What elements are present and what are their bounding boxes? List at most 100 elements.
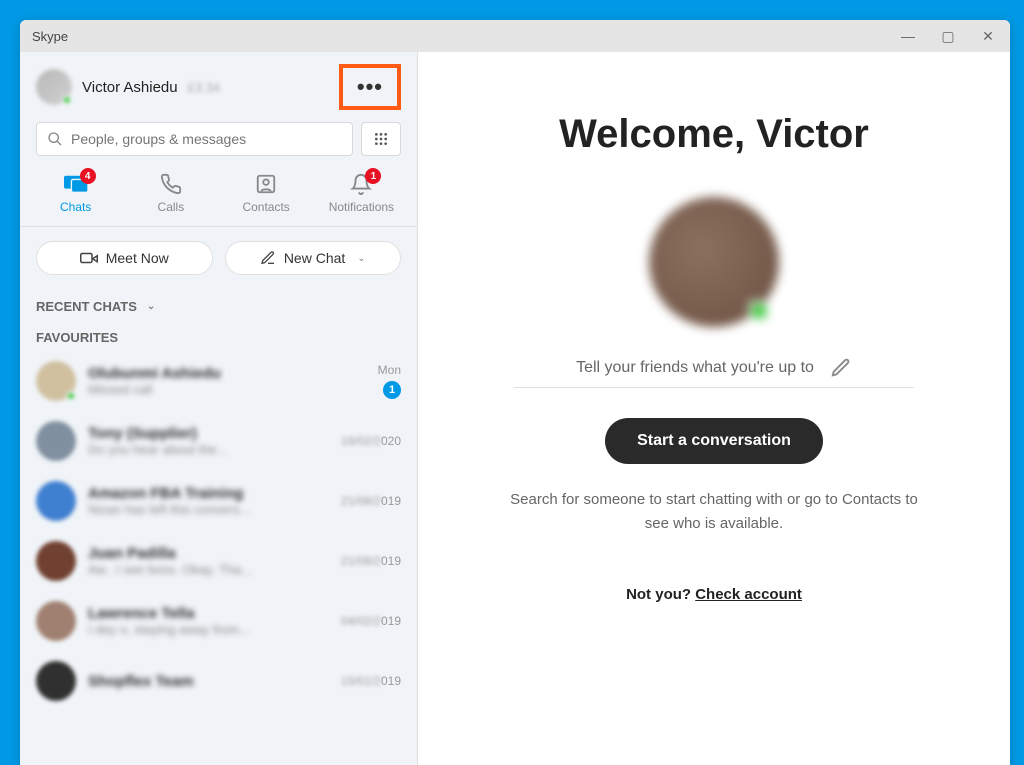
app-body: Victor Ashiedu £3.34 ••• [20, 52, 1010, 765]
chat-name-blur: Juan Padilla [88, 545, 329, 562]
main-panel: Welcome, Victor Tell your friends what y… [418, 52, 1010, 765]
search-input[interactable] [71, 131, 342, 147]
chat-list: Olubunmi Ashiedu Missed call Mon 1 Tony … [20, 351, 417, 765]
profile-row: Victor Ashiedu £3.34 ••• [20, 52, 417, 122]
tab-chats-label: Chats [60, 200, 91, 214]
maximize-button[interactable]: ▢ [938, 28, 958, 45]
window-controls: — ▢ ✕ [898, 28, 998, 45]
recent-chats-header[interactable]: RECENT CHATS ⌄ [20, 289, 417, 320]
meet-now-label: Meet Now [106, 250, 169, 266]
presence-indicator-large [749, 301, 769, 321]
avatar [36, 69, 72, 105]
more-icon: ••• [357, 74, 383, 100]
chat-info: Tony (Supplier) Do you hear about the... [88, 425, 329, 457]
chat-item[interactable]: Shopflex Team 15/01/2019 [20, 651, 417, 711]
chat-timestamp: 04/02/2019 [341, 614, 401, 628]
meet-now-button[interactable]: Meet Now [36, 241, 213, 275]
check-account-link[interactable]: Check account [695, 586, 802, 603]
profile-name: Victor Ashiedu [82, 79, 178, 96]
profile-avatar-large[interactable] [649, 197, 779, 327]
chat-item[interactable]: Juan Padilla Aw.. I see boss. Okay. Tha.… [20, 531, 417, 591]
chat-avatar [36, 601, 76, 641]
camera-icon [80, 251, 98, 265]
chat-avatar [36, 541, 76, 581]
action-row: Meet Now New Chat ⌄ [20, 227, 417, 289]
chat-name-blur: Lawrence Tella [88, 605, 329, 622]
not-you-row: Not you? Check account [626, 586, 802, 603]
chat-meta: 15/01/2019 [341, 674, 401, 688]
skype-window: Skype — ▢ ✕ Victor Ashiedu £3.34 ••• [20, 20, 1010, 765]
search-row [20, 122, 417, 168]
favourites-header: FAVOURITES [20, 320, 417, 351]
minimize-button[interactable]: — [898, 28, 918, 44]
compose-icon [260, 250, 276, 266]
chat-preview-blur: Do you hear about the... [88, 442, 329, 457]
chat-timestamp: 21/08/2019 [341, 554, 401, 568]
chat-meta: Mon 1 [378, 363, 401, 399]
chat-preview-blur: Nizan has left this convers... [88, 502, 329, 517]
new-chat-label: New Chat [284, 250, 345, 266]
chat-item[interactable]: Lawrence Tella I dey o, staying away fro… [20, 591, 417, 651]
chat-info: Shopflex Team [88, 673, 329, 690]
chat-item[interactable]: Amazon FBA Training Nizan has left this … [20, 471, 417, 531]
tab-notifications-label: Notifications [329, 200, 394, 214]
chat-item[interactable]: Tony (Supplier) Do you hear about the...… [20, 411, 417, 471]
new-chat-button[interactable]: New Chat ⌄ [225, 241, 402, 275]
chat-name-blur: Olubunmi Ashiedu [88, 365, 366, 382]
dialpad-icon [373, 131, 389, 147]
phone-icon [160, 173, 182, 195]
chevron-down-icon: ⌄ [147, 301, 155, 312]
tab-contacts-label: Contacts [242, 200, 289, 214]
chat-info: Amazon FBA Training Nizan has left this … [88, 485, 329, 517]
search-icon [47, 131, 63, 147]
chat-avatar [36, 421, 76, 461]
chat-name-blur: Amazon FBA Training [88, 485, 329, 502]
chat-timestamp: Mon [378, 363, 401, 377]
mood-row[interactable]: Tell your friends what you're up to [514, 357, 914, 388]
chat-avatar [36, 661, 76, 701]
tab-contacts[interactable]: Contacts [231, 172, 301, 214]
chat-timestamp: 21/08/2019 [341, 494, 401, 508]
chat-timestamp: 16/02/2020 [341, 434, 401, 448]
presence-indicator [66, 391, 76, 401]
chat-preview-blur: I dey o, staying away from... [88, 622, 329, 637]
contact-icon [255, 173, 277, 195]
chat-timestamp: 15/01/2019 [341, 674, 401, 688]
window-title: Skype [32, 29, 68, 44]
chat-meta: 21/08/2019 [341, 494, 401, 508]
more-menu-button[interactable]: ••• [339, 64, 401, 110]
pencil-icon[interactable] [830, 357, 852, 379]
tab-calls-label: Calls [158, 200, 185, 214]
recent-chats-label: RECENT CHATS [36, 299, 137, 314]
presence-indicator [62, 95, 72, 105]
chat-info: Lawrence Tella I dey o, staying away fro… [88, 605, 329, 637]
chat-item[interactable]: Olubunmi Ashiedu Missed call Mon 1 [20, 351, 417, 411]
unread-badge: 1 [383, 381, 401, 399]
chat-preview-blur: Aw.. I see boss. Okay. Tha... [88, 562, 329, 577]
dialpad-button[interactable] [361, 122, 401, 156]
tab-calls[interactable]: Calls [136, 172, 206, 214]
tab-chats[interactable]: 4 Chats [41, 172, 111, 214]
chats-badge: 4 [80, 168, 96, 184]
profile-status-blur: £3.34 [188, 80, 221, 95]
not-you-prefix: Not you? [626, 586, 695, 603]
tab-notifications[interactable]: 1 Notifications [326, 172, 396, 214]
titlebar: Skype — ▢ ✕ [20, 20, 1010, 52]
close-button[interactable]: ✕ [978, 28, 998, 45]
hint-text: Search for someone to start chatting wit… [504, 488, 924, 536]
sidebar: Victor Ashiedu £3.34 ••• [20, 52, 418, 765]
mood-placeholder: Tell your friends what you're up to [576, 359, 814, 377]
search-box[interactable] [36, 122, 353, 156]
favourites-label: FAVOURITES [36, 330, 118, 345]
chat-avatar [36, 481, 76, 521]
chat-meta: 04/02/2019 [341, 614, 401, 628]
welcome-title: Welcome, Victor [559, 112, 869, 157]
chat-meta: 21/08/2019 [341, 554, 401, 568]
chat-preview-blur: Missed call [88, 382, 366, 397]
tabs: 4 Chats Calls Contacts [20, 168, 417, 227]
start-conversation-button[interactable]: Start a conversation [605, 418, 823, 464]
chevron-down-icon: ⌄ [357, 253, 365, 264]
profile-left[interactable]: Victor Ashiedu £3.34 [36, 69, 220, 105]
chat-meta: 16/02/2020 [341, 434, 401, 448]
chat-avatar [36, 361, 76, 401]
